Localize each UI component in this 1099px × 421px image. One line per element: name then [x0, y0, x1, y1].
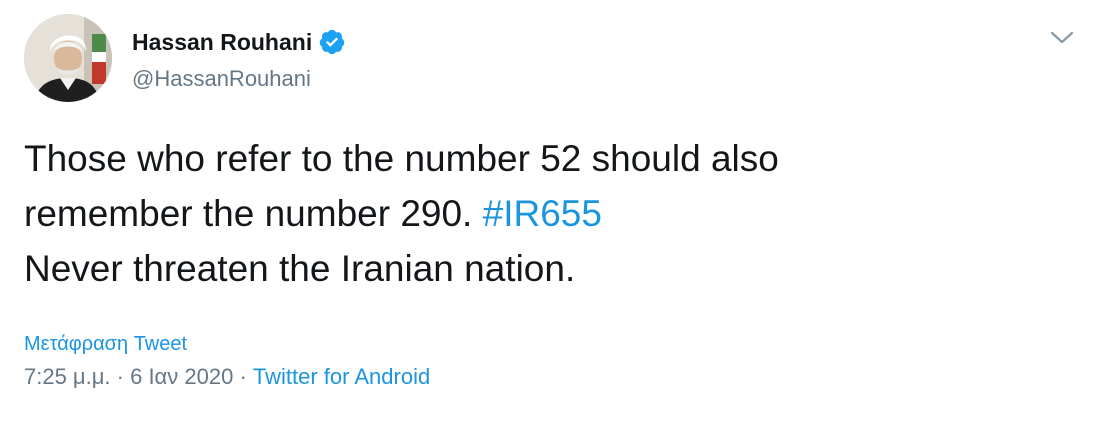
verified-badge-icon: [318, 28, 346, 56]
tweet-text-segment: remember the number 290.: [24, 193, 473, 234]
chevron-down-icon[interactable]: [1047, 26, 1077, 50]
user-handle[interactable]: @HassanRouhani: [132, 66, 311, 92]
meta-separator: ·: [116, 364, 124, 389]
tweet-meta: 7:25 μ.μ. · 6 Ιαν 2020 · Twitter for And…: [24, 364, 430, 390]
tweet-source-link[interactable]: Twitter for Android: [253, 364, 430, 389]
translate-tweet-link[interactable]: Μετάφραση Tweet: [24, 333, 187, 356]
hashtag-link[interactable]: #IR655: [483, 193, 602, 234]
tweet-text-line: remember the number 290. #IR655: [24, 186, 1064, 241]
tweet-time[interactable]: 7:25 μ.μ.: [24, 364, 111, 389]
tweet-date[interactable]: 6 Ιαν 2020: [130, 364, 233, 389]
avatar[interactable]: [24, 14, 112, 102]
display-name[interactable]: Hassan Rouhani: [132, 28, 346, 56]
tweet-text-line: Never threaten the Iranian nation.: [24, 248, 576, 289]
meta-separator: ·: [239, 364, 247, 389]
tweet-text: Those who refer to the number 52 should …: [24, 131, 1064, 296]
tweet-text-line: Those who refer to the number 52 should …: [24, 138, 779, 179]
display-name-text[interactable]: Hassan Rouhani: [132, 29, 312, 56]
avatar-image: [24, 14, 112, 102]
tweet-card: Hassan Rouhani @HassanRouhani Those who …: [0, 0, 1099, 421]
